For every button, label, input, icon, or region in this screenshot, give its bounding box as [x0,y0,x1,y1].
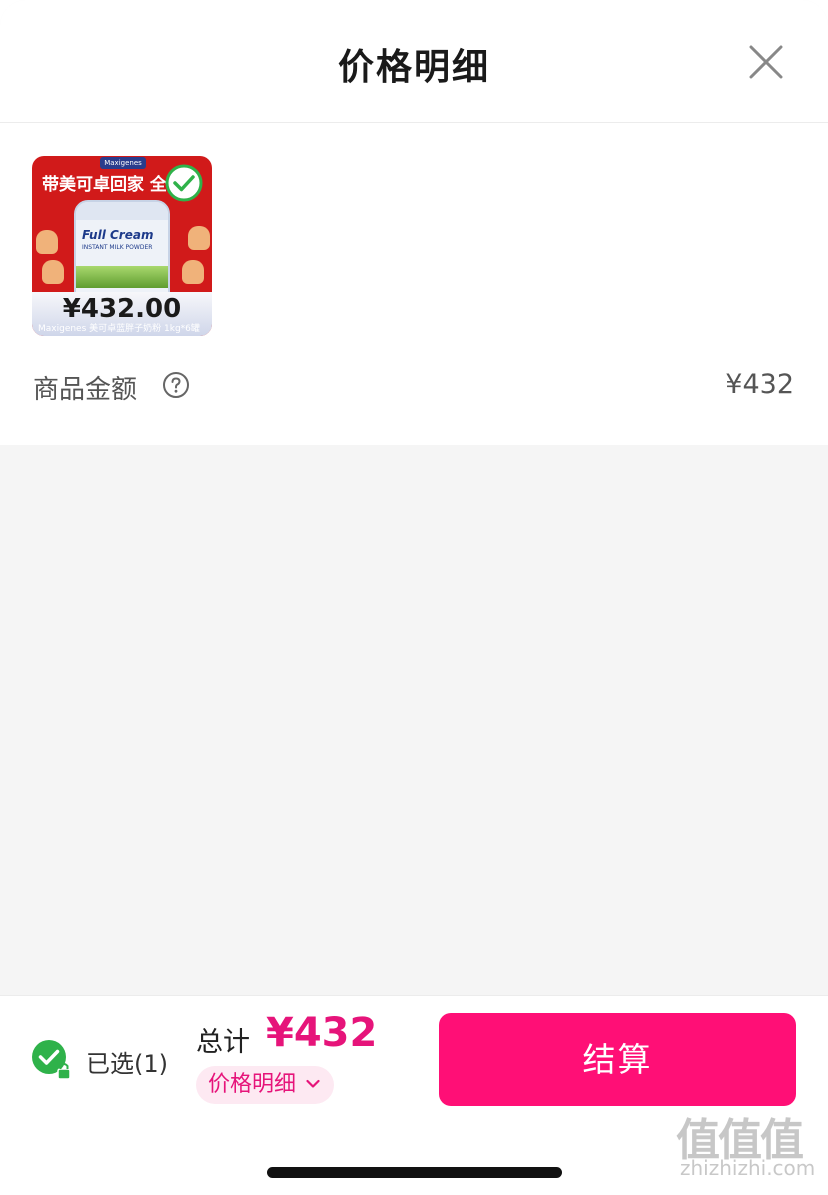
goods-amount-value: ¥432 [725,369,794,400]
price-detail-label: 价格明细 [208,1072,297,1097]
can-title: Full Cream [82,228,154,242]
milk-can-image: Full Cream INSTANT MILK POWDER [74,200,170,300]
brand-tag: Maxigenes [100,157,146,169]
selected-check-lock-icon[interactable] [31,1039,73,1081]
close-icon [749,45,783,79]
checkout-button[interactable]: 结算 [439,1013,796,1106]
product-thumbnail[interactable]: Maxigenes 带美可卓回家 全家 Full Cream INSTANT M… [32,156,212,336]
help-circle-icon[interactable] [162,371,190,399]
price-detail-sheet: 价格明细 Maxigenes 带美可卓回家 全家 Full Cream INST… [0,0,828,1195]
thumbs-up-left-low-icon [42,260,64,284]
thumbs-up-right-low-icon [182,260,204,284]
close-button[interactable] [748,44,784,80]
thumbnail-price: ¥432.00 [62,294,182,324]
sheet-title: 价格明细 [337,47,490,88]
thumbs-up-right-icon [188,226,210,250]
home-indicator[interactable] [267,1167,562,1178]
sheet-header: 价格明细 [0,0,828,123]
goods-amount-label: 商品金额 [33,375,138,405]
checkout-bar: 已选(1) 总计 ¥432 价格明细 结算 值值值 zhizhizhi.com [0,995,828,1195]
selected-count: 已选(1) [86,1050,168,1078]
product-section: Maxigenes 带美可卓回家 全家 Full Cream INSTANT M… [0,123,828,445]
chevron-down-icon [306,1079,320,1088]
selected-check-icon [165,164,203,202]
thumbs-up-left-icon [36,230,58,254]
watermark-logo: 值值值 zhizhizhi.com [676,1104,824,1184]
total-value: ¥432 [266,1010,378,1056]
total-label: 总计 [196,1027,250,1058]
thumbnail-product-name: Maxigenes 美可卓蓝胖子奶粉 1kg*6罐 [38,324,200,334]
can-subtitle: INSTANT MILK POWDER [82,244,153,251]
watermark-site: zhizhizhi.com [680,1156,816,1180]
price-detail-toggle[interactable]: 价格明细 [196,1066,334,1104]
